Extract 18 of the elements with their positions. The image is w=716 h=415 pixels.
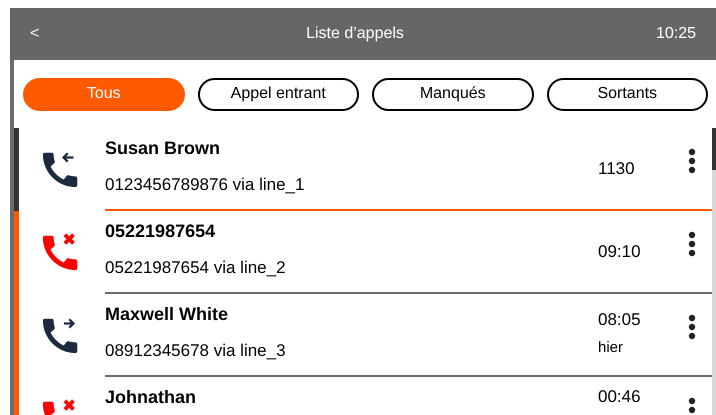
call-day: hier bbox=[598, 338, 680, 358]
back-button[interactable]: < bbox=[30, 22, 62, 46]
call-detail: 0123456789876 via line_1 bbox=[105, 174, 306, 196]
call-time: 08:05 bbox=[598, 309, 642, 331]
call-detail: 05221987654 via line_2 bbox=[105, 257, 287, 279]
screen-title: Liste d’appels bbox=[305, 24, 405, 44]
caller-name: Maxwell White bbox=[105, 303, 230, 326]
call-time: 09:10 bbox=[598, 240, 642, 262]
call-detail: 08912345678 via line_3 bbox=[105, 340, 287, 362]
call-time: 1130 bbox=[598, 158, 636, 180]
filter-tab[interactable]: Manqués bbox=[372, 78, 534, 110]
call-time: 00:46 bbox=[598, 386, 642, 408]
caller-name: Susan Brown bbox=[105, 137, 222, 160]
filter-tab[interactable]: Appel entrant bbox=[198, 78, 359, 110]
caller-name: 05221987654 bbox=[105, 220, 216, 243]
filter-tab[interactable]: Sortants bbox=[546, 78, 708, 110]
clock-time: 10:25 bbox=[654, 24, 696, 44]
caller-name: Johnathan bbox=[105, 386, 198, 409]
